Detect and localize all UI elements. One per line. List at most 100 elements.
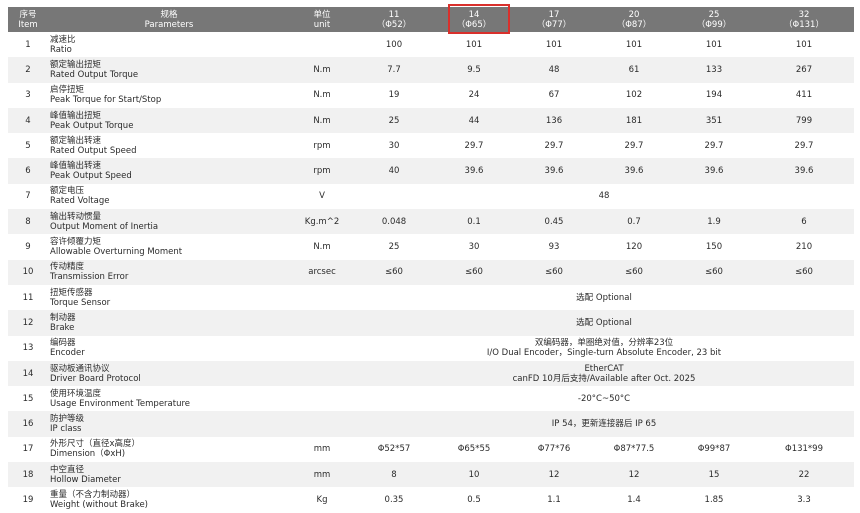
parameter-name: 防护等级 IP class: [48, 411, 290, 436]
value-cell: 48: [548, 64, 560, 75]
table-row: 5 额定输出转速 Rated Output Speed rpm 30 29.7 29.7 29…: [8, 133, 854, 159]
merged-value-line: 48: [598, 191, 610, 202]
value-cell: 40: [388, 166, 400, 177]
model-diameter: （Φ99）: [696, 19, 732, 30]
value-cell: 101: [705, 39, 723, 50]
parameter-name: 扭矩传感器 Torque Sensor: [48, 285, 290, 310]
unit-cell: rpm: [313, 166, 331, 177]
parameter-name-cn: 使用环境温度: [50, 388, 102, 399]
header-unit-cn: 单位: [313, 9, 331, 20]
parameter-name-en: Encoder: [50, 348, 85, 359]
unit-cell: [290, 32, 354, 57]
unit-cell: [290, 411, 354, 436]
merged-value-cell: 双编码器，单圈绝对值，分辨率23位 I/O Dual Encoder，Single…: [354, 336, 854, 361]
table-row: 19 重量（不含力制动器） Weight (without Brake) Kg 0.35…: [8, 487, 854, 513]
header-index-en: Item: [18, 19, 38, 30]
model-diameter: （Φ131）: [784, 19, 824, 30]
value-cell: 39.6: [794, 166, 814, 177]
value-cell: 0.1: [467, 216, 481, 227]
value-cell: 150: [705, 242, 723, 253]
value-cell: 7.7: [387, 64, 401, 75]
parameter-name-cn: 额定输出转速: [50, 135, 102, 146]
spec-table: 序号 Item 规格 Parameters 单位 unit 11 （Φ52） 1…: [8, 7, 854, 513]
parameter-name: 驱动板通讯协议 Driver Board Protocol: [48, 361, 290, 386]
parameter-name-en: Output Moment of Inertia: [50, 221, 159, 232]
unit-cell: N.m: [313, 242, 331, 253]
merged-value-line: 选配 Optional: [576, 292, 632, 303]
parameter-name-cn: 峰值输出扭矩: [50, 110, 102, 121]
unit-cell: arcsec: [308, 267, 336, 278]
value-cell: 101: [625, 39, 643, 50]
parameter-name: 中空直径 Hollow Diameter: [48, 462, 290, 487]
header-model-14: 14 （Φ65）: [434, 7, 514, 32]
parameter-name: 额定电压 Rated Voltage: [48, 184, 290, 209]
value-cell: 136: [545, 115, 563, 126]
merged-value-cell: 选配 Optional: [354, 285, 854, 310]
parameter-name: 传动精度 Transmission Error: [48, 260, 290, 285]
model-diameter: （Φ87）: [616, 19, 652, 30]
model-size: 14: [468, 9, 480, 20]
unit-cell: V: [319, 191, 325, 202]
value-cell: 30: [468, 242, 480, 253]
table-row: 13 编码器 Encoder 双编码器，单圈绝对值，分辨率23位 I/O Dual En…: [8, 335, 854, 361]
value-cell: 100: [385, 39, 403, 50]
header-model-32: 32 （Φ131）: [754, 7, 854, 32]
parameter-name-en: Transmission Error: [50, 272, 129, 283]
model-size: 17: [548, 9, 560, 20]
parameter-name-en: Rated Output Speed: [50, 145, 137, 156]
parameter-name-cn: 额定输出扭矩: [50, 59, 102, 70]
parameter-name-cn: 外形尺寸（直径x高度）: [50, 439, 141, 450]
header-model-11: 11 （Φ52）: [354, 7, 434, 32]
table-row: 7 额定电压 Rated Voltage V 48: [8, 183, 854, 210]
merged-value-line: I/O Dual Encoder，Single-turn Absolute En…: [486, 348, 722, 359]
merged-value-line: 选配 Optional: [576, 317, 632, 328]
row-index: 17: [22, 444, 34, 455]
row-index: 5: [25, 140, 31, 151]
parameter-name-cn: 传动精度: [50, 262, 85, 273]
value-cell: ≤60: [385, 267, 403, 278]
row-index: 14: [22, 368, 34, 379]
value-cell: 101: [545, 39, 563, 50]
unit-cell: N.m: [313, 64, 331, 75]
parameter-name: 启停扭矩 Peak Torque for Start/Stop: [48, 83, 290, 108]
parameter-name-en: Dimension（ΦxH): [50, 449, 126, 460]
value-cell: 39.6: [704, 166, 724, 177]
parameter-name-en: Rated Voltage: [50, 196, 110, 207]
unit-cell: N.m: [313, 90, 331, 101]
table-body: 1 减速比 Ratio 100 101 101 101 101 101 2 额定输出扭矩 Rated …: [8, 32, 854, 513]
value-cell: 267: [795, 64, 813, 75]
model-size: 20: [628, 9, 640, 20]
value-cell: 0.45: [544, 216, 564, 227]
parameter-name: 输出转动惯量 Output Moment of Inertia: [48, 209, 290, 234]
row-index: 18: [22, 469, 34, 480]
merged-value-line: canFD 10月后支持/Available after Oct. 2025: [512, 373, 696, 384]
parameter-name: 额定输出扭矩 Rated Output Torque: [48, 57, 290, 82]
parameter-name-cn: 启停扭矩: [50, 85, 85, 96]
row-index: 13: [22, 343, 34, 354]
value-cell: 10: [468, 469, 480, 480]
table-row: 15 使用环境温度 Usage Environment Temperature -20…: [8, 386, 854, 412]
value-cell: Φ131*99: [785, 444, 823, 455]
header-unit: 单位 unit: [290, 7, 354, 32]
value-cell: 1.1: [547, 494, 561, 505]
parameter-name: 制动器 Brake: [48, 310, 290, 335]
value-cell: 1.9: [707, 216, 721, 227]
parameter-name: 容许倾覆力矩 Allowable Overturning Moment: [48, 234, 290, 259]
model-diameter: （Φ52）: [376, 19, 412, 30]
parameter-name-cn: 峰值输出转速: [50, 161, 102, 172]
parameter-name-cn: 减速比: [50, 34, 76, 45]
parameter-name-cn: 制动器: [50, 312, 76, 323]
value-cell: 67: [548, 90, 560, 101]
value-cell: ≤60: [465, 267, 483, 278]
value-cell: 411: [795, 90, 813, 101]
parameter-name-en: Allowable Overturning Moment: [50, 247, 183, 258]
parameter-name: 峰值输出转速 Peak Output Speed: [48, 158, 290, 183]
parameter-name: 峰值输出扭矩 Peak Output Torque: [48, 108, 290, 133]
value-cell: Φ99*87: [697, 444, 731, 455]
unit-cell: mm: [313, 469, 331, 480]
unit-cell: [290, 310, 354, 335]
value-cell: 799: [795, 115, 813, 126]
value-cell: 29.7: [544, 140, 564, 151]
parameter-name: 编码器 Encoder: [48, 336, 290, 361]
header-param-en: Parameters: [144, 19, 194, 30]
